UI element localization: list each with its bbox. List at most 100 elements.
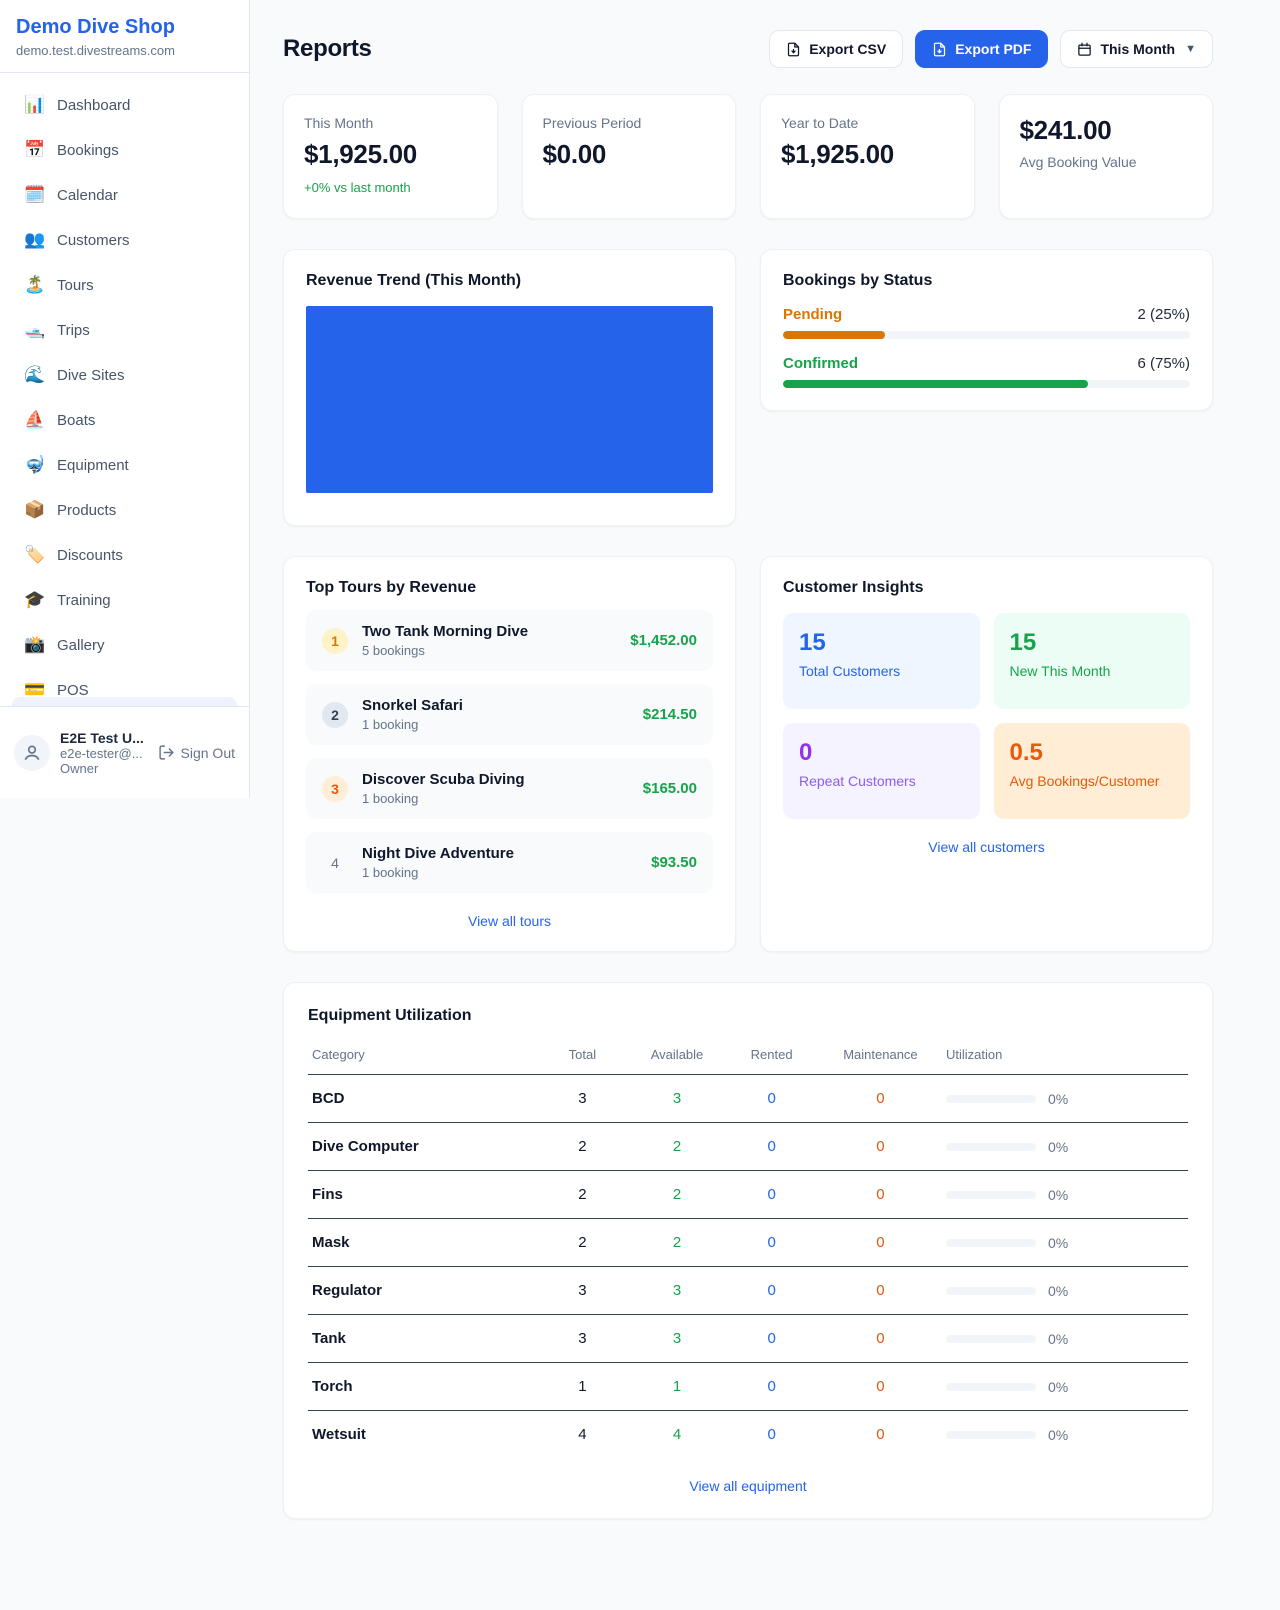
tour-name: Two Tank Morning Dive: [362, 623, 616, 640]
tour-bookings: 5 bookings: [362, 643, 616, 658]
file-download-icon: [786, 42, 801, 57]
grad-cap-icon: 🎓: [24, 590, 44, 610]
cell-available: 2: [630, 1123, 725, 1171]
stat-card-year-to-date: Year to Date $1,925.00: [760, 94, 975, 219]
progress-fill: [783, 380, 1088, 388]
table-row: Regulator 3 3 0 0 0%: [308, 1267, 1188, 1315]
bookings-by-status-title: Bookings by Status: [783, 272, 1190, 290]
stat-label: Year to Date: [781, 115, 954, 131]
person-icon: [22, 743, 42, 763]
table-row: Tank 3 3 0 0 0%: [308, 1315, 1188, 1363]
table-header-row: Category Total Available Rented Maintena…: [308, 1039, 1188, 1075]
tile-value: 15: [799, 629, 964, 657]
rank-badge: 4: [322, 850, 348, 876]
people-icon: 👥: [24, 230, 44, 250]
progress-bar: [783, 380, 1190, 388]
cell-category: Dive Computer: [308, 1123, 535, 1171]
cell-rented: 0: [724, 1219, 819, 1267]
stat-cards: This Month $1,925.00 +0% vs last month P…: [283, 94, 1213, 219]
sidebar: Demo Dive Shop demo.test.divestreams.com…: [0, 0, 250, 798]
cell-rented: 0: [724, 1171, 819, 1219]
sidebar-item-calendar[interactable]: 🗓️Calendar: [12, 177, 237, 213]
cell-available: 3: [630, 1315, 725, 1363]
col-category: Category: [308, 1039, 535, 1075]
tile-repeat-customers: 0 Repeat Customers: [783, 723, 980, 819]
tour-name: Discover Scuba Diving: [362, 771, 629, 788]
cell-rented: 0: [724, 1411, 819, 1459]
cell-total: 3: [535, 1267, 630, 1315]
sidebar-item-products[interactable]: 📦Products: [12, 492, 237, 528]
sidebar-user-panel: E2E Test U... e2e-tester@... Owner Sign …: [0, 706, 249, 798]
tile-value: 15: [1010, 629, 1175, 657]
sidebar-item-label: Discounts: [57, 547, 123, 564]
sidebar-item-boats[interactable]: ⛵Boats: [12, 402, 237, 438]
stat-value: $1,925.00: [781, 139, 954, 170]
sidebar-item-bookings[interactable]: 📅 Bookings: [12, 132, 237, 168]
sidebar-item-label: Dashboard: [57, 97, 130, 114]
cell-total: 2: [535, 1171, 630, 1219]
sidebar-item-equipment[interactable]: 🤿Equipment: [12, 447, 237, 483]
col-maintenance: Maintenance: [819, 1039, 942, 1075]
sign-out-button[interactable]: Sign Out: [158, 744, 235, 761]
tour-amount: $93.50: [651, 854, 697, 871]
cell-maintenance: 0: [819, 1219, 942, 1267]
sidebar-item-trips[interactable]: 🛥️Trips: [12, 312, 237, 348]
sidebar-item-customers[interactable]: 👥Customers: [12, 222, 237, 258]
user-role: Owner: [60, 761, 148, 776]
utilization-bar: 0%: [946, 1187, 1184, 1203]
col-rented: Rented: [724, 1039, 819, 1075]
sidebar-item-discounts[interactable]: 🏷️ Discounts: [12, 537, 237, 573]
view-all-customers-link[interactable]: View all customers: [783, 839, 1190, 855]
sidebar-item-gallery[interactable]: 📸Gallery: [12, 627, 237, 663]
tile-label: Avg Bookings/Customer: [1010, 773, 1175, 789]
cell-maintenance: 0: [819, 1315, 942, 1363]
user-name: E2E Test U...: [60, 730, 148, 746]
camera-icon: 📸: [24, 635, 44, 655]
table-row: Fins 2 2 0 0 0%: [308, 1171, 1188, 1219]
tour-row: 4 Night Dive Adventure1 booking $93.50: [306, 832, 713, 893]
sidebar-item-reports-partial[interactable]: [12, 697, 237, 706]
tour-bookings: 1 booking: [362, 717, 629, 732]
tag-icon: 🏷️: [24, 545, 44, 565]
tour-amount: $165.00: [643, 780, 697, 797]
utilization-percent: 0%: [1048, 1331, 1068, 1347]
avatar: [14, 735, 50, 771]
col-total: Total: [535, 1039, 630, 1075]
user-email: e2e-tester@...: [60, 746, 148, 761]
revenue-trend-title: Revenue Trend (This Month): [306, 272, 713, 290]
calendar-17-icon: 📅: [24, 140, 44, 160]
stat-value: $0.00: [543, 139, 716, 170]
dive-mask-icon: 🤿: [24, 455, 44, 475]
table-row: Dive Computer 2 2 0 0 0%: [308, 1123, 1188, 1171]
wave-icon: 🌊: [24, 365, 44, 385]
tour-bookings: 1 booking: [362, 865, 637, 880]
main-content: Reports Export CSV Export PDF This Month…: [250, 0, 1213, 1567]
sidebar-item-tours[interactable]: 🏝️Tours: [12, 267, 237, 303]
period-dropdown[interactable]: This Month ▼: [1060, 30, 1213, 68]
sidebar-item-dive-sites[interactable]: 🌊Dive Sites: [12, 357, 237, 393]
revenue-trend-card: Revenue Trend (This Month): [283, 249, 736, 526]
cell-total: 2: [535, 1219, 630, 1267]
cell-available: 1: [630, 1363, 725, 1411]
cell-category: Wetsuit: [308, 1411, 535, 1459]
charts-row: Revenue Trend (This Month) Bookings by S…: [283, 249, 1213, 526]
file-download-icon: [932, 42, 947, 57]
tour-amount: $214.50: [643, 706, 697, 723]
customer-insights-title: Customer Insights: [783, 579, 1190, 597]
user-meta: E2E Test U... e2e-tester@... Owner: [60, 730, 148, 776]
cell-category: Regulator: [308, 1267, 535, 1315]
view-all-tours-link[interactable]: View all tours: [306, 913, 713, 929]
tile-avg-bookings-customer: 0.5 Avg Bookings/Customer: [994, 723, 1191, 819]
export-pdf-button[interactable]: Export PDF: [915, 30, 1048, 68]
sidebar-item-training[interactable]: 🎓Training: [12, 582, 237, 618]
tile-value: 0.5: [1010, 739, 1175, 767]
utilization-percent: 0%: [1048, 1187, 1068, 1203]
sidebar-item-label: Bookings: [57, 142, 119, 159]
sidebar-item-dashboard[interactable]: 📊Dashboard: [12, 87, 237, 123]
view-all-equipment-link[interactable]: View all equipment: [308, 1478, 1188, 1494]
export-csv-button[interactable]: Export CSV: [769, 30, 903, 68]
sailboat-icon: ⛵: [24, 410, 44, 430]
top-tours-title: Top Tours by Revenue: [306, 579, 713, 597]
stat-label: Avg Booking Value: [1020, 154, 1193, 170]
sidebar-item-label: Products: [57, 502, 116, 519]
